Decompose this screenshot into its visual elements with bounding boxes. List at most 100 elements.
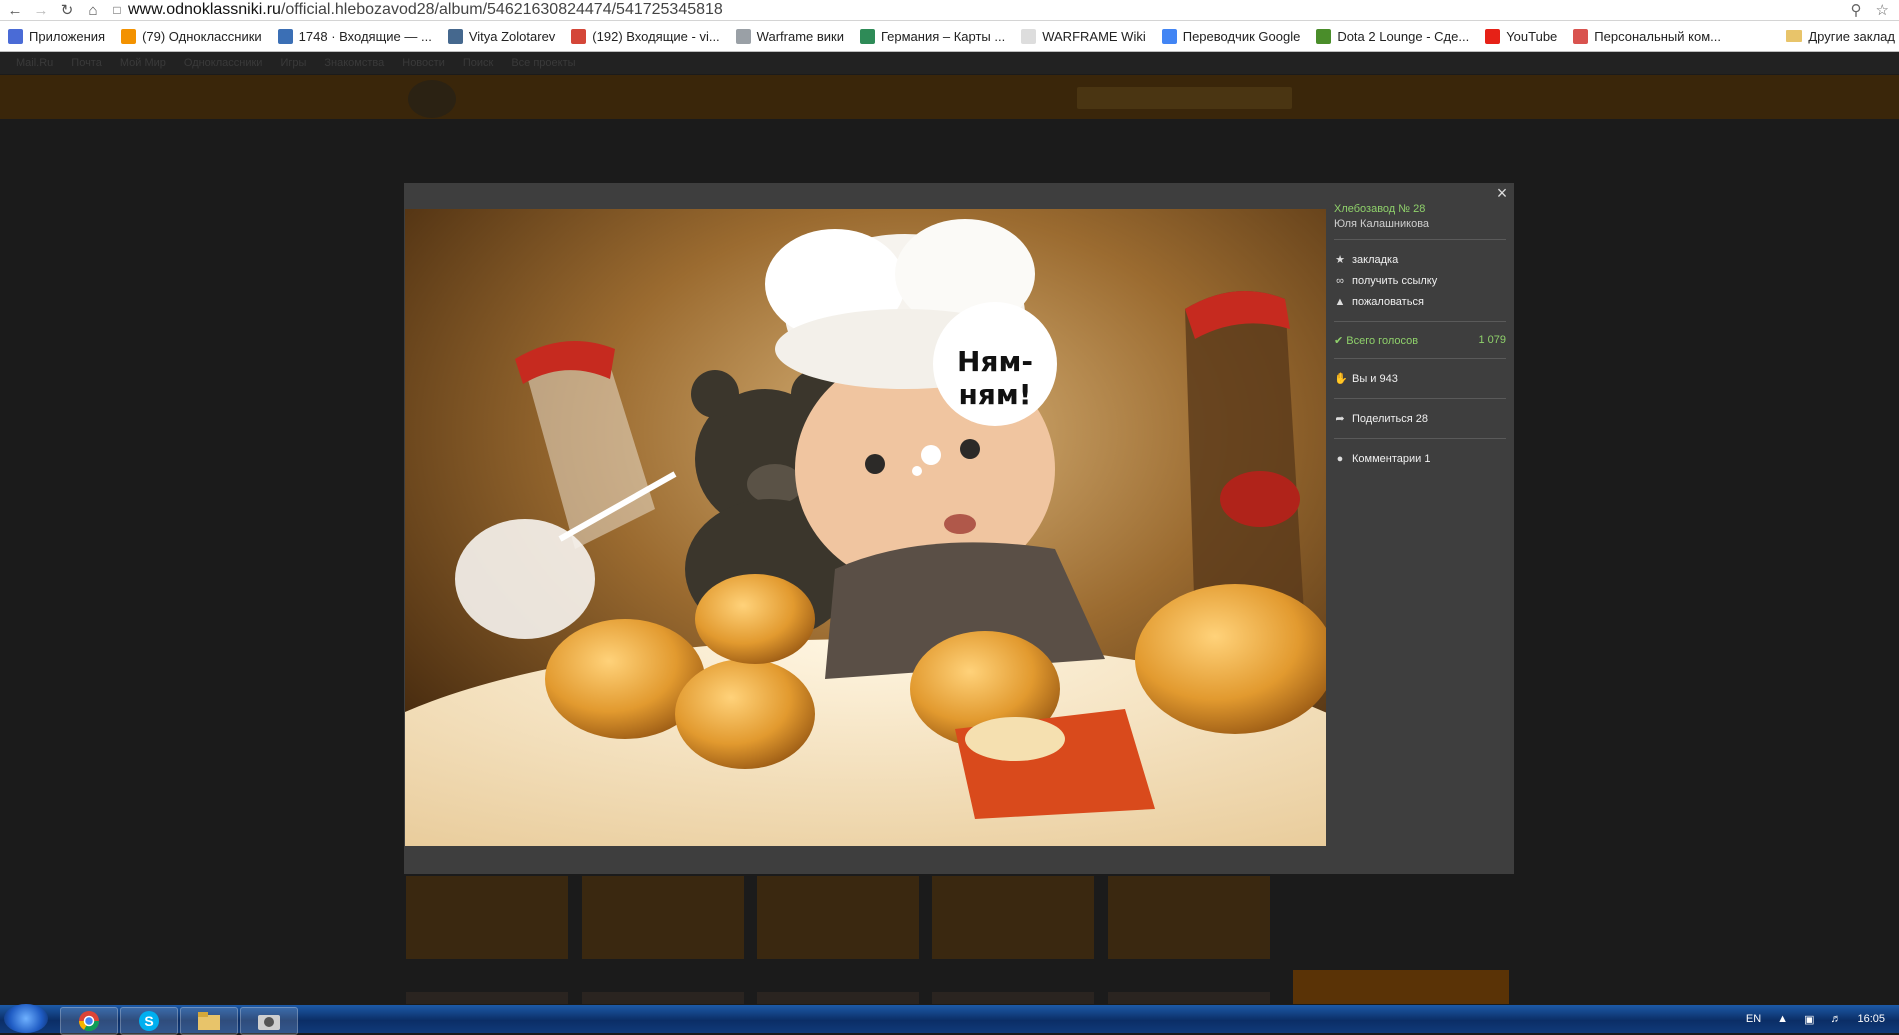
ok-nav-item[interactable]: Одноклассники: [184, 57, 263, 69]
divider: [1334, 398, 1506, 399]
camera-taskbar-icon[interactable]: [240, 1007, 298, 1035]
comments-button[interactable]: ● Комментарии 1: [1334, 448, 1506, 469]
share-button[interactable]: ➦ Поделиться 28: [1334, 408, 1506, 429]
star-icon: ★: [1335, 254, 1345, 266]
bookmark-item[interactable]: Германия – Карты ...: [852, 28, 1013, 44]
warning-icon: ▲: [1334, 295, 1346, 308]
votes-count: 1 079: [1478, 334, 1506, 346]
ok-top-nav: Mail.Ru Почта Мой Мир Одноклассники Игры Знак…: [0, 52, 1899, 74]
start-button-icon[interactable]: [4, 1004, 48, 1033]
tray-arrow-icon[interactable]: ▲: [1777, 1013, 1788, 1025]
photo-sidebar: Хлебозавод № 28 Юля Калашникова ★ заклад…: [1334, 203, 1506, 469]
ok-nav-item[interactable]: Игры: [280, 57, 306, 69]
ok-nav-item[interactable]: Почта: [71, 57, 102, 69]
language-indicator[interactable]: EN: [1746, 1013, 1761, 1025]
bookmark-item[interactable]: (79) Одноклассники: [113, 28, 270, 44]
bookmark-label: Германия – Карты ...: [880, 28, 1006, 44]
volume-icon[interactable]: ♬: [1830, 1013, 1841, 1025]
network-icon[interactable]: ▣: [1804, 1013, 1814, 1026]
album-thumb[interactable]: [582, 876, 744, 959]
bookmark-label: 1748 · Входящие — ...: [298, 28, 432, 44]
album-thumb[interactable]: [1108, 992, 1270, 1004]
wiki-icon: [735, 28, 751, 44]
skype-taskbar-icon[interactable]: S: [120, 1007, 178, 1035]
divider: [1334, 239, 1506, 240]
friends-online-panel[interactable]: [1293, 970, 1509, 1004]
forward-arrow-icon[interactable]: →: [28, 0, 54, 20]
album-thumb[interactable]: [757, 876, 919, 959]
url-path: /official.hlebozavod28/album/54621630824…: [280, 1, 723, 18]
album-photo[interactable]: Ням-ням!: [405, 209, 1326, 846]
author-link[interactable]: Юля Калашникова: [1334, 218, 1506, 230]
bookmark-label: Vitya Zolotarev: [468, 28, 556, 44]
bookmark-label: Dota 2 Lounge - Сде...: [1337, 28, 1470, 44]
divider: [1334, 438, 1506, 439]
album-thumb[interactable]: [1108, 876, 1270, 959]
bookmark-item[interactable]: (192) Входящие - vi...: [563, 28, 727, 44]
translate-icon: [1161, 28, 1177, 44]
gmail-icon: [571, 28, 587, 44]
back-arrow-icon[interactable]: ←: [2, 0, 28, 20]
group-link[interactable]: Хлебозавод № 28: [1334, 203, 1506, 215]
home-icon[interactable]: ⌂: [80, 0, 106, 20]
ok-nav-item[interactable]: Mail.Ru: [16, 57, 53, 69]
other-bookmarks-label: Другие заклад: [1808, 28, 1895, 44]
likes-label: Вы и 943: [1352, 372, 1398, 385]
ok-nav-item[interactable]: Поиск: [463, 57, 493, 69]
bookmark-item[interactable]: Dota 2 Lounge - Сде...: [1308, 28, 1477, 44]
reload-icon[interactable]: ↻: [54, 0, 80, 20]
bookmark-item[interactable]: Warframe вики: [728, 28, 852, 44]
album-thumb[interactable]: [406, 876, 568, 959]
bookmark-item[interactable]: Персональный ком...: [1565, 28, 1729, 44]
get-link-button[interactable]: ∞ получить ссылку: [1334, 270, 1506, 291]
votes-label: Всего голосов: [1346, 334, 1419, 347]
report-button[interactable]: ▲ пожаловаться: [1334, 291, 1506, 312]
bookmark-item[interactable]: 1748 · Входящие — ...: [270, 28, 440, 44]
bookmark-button[interactable]: ★ закладка: [1334, 249, 1506, 270]
chrome-taskbar-icon[interactable]: [60, 1007, 118, 1035]
share-arrow-icon: ➦: [1335, 413, 1345, 425]
bookmark-item[interactable]: Vitya Zolotarev: [440, 28, 563, 44]
bookmark-icon: [1573, 28, 1589, 44]
folder-icon: [1786, 30, 1803, 42]
other-bookmarks[interactable]: Другие заклад: [1786, 21, 1899, 51]
comments-label: Комментарии 1: [1352, 452, 1431, 465]
url-field[interactable]: www.odnoklassniki.ru/official.hlebozavod…: [128, 0, 723, 20]
ok-logo[interactable]: [408, 80, 456, 118]
bookmark-label: Переводчик Google: [1182, 28, 1301, 44]
ok-nav-item[interactable]: Мой Мир: [120, 57, 166, 69]
ok-nav-item[interactable]: Все проекты: [511, 57, 575, 69]
ok-icon: [121, 28, 137, 44]
get-link-label: получить ссылку: [1352, 274, 1438, 287]
album-thumb[interactable]: [757, 992, 919, 1004]
thumbs-up-icon: ✋: [1334, 373, 1348, 385]
bookmark-item[interactable]: Переводчик Google: [1154, 28, 1309, 44]
star-icon[interactable]: ☆: [1876, 1, 1889, 19]
votes-row[interactable]: ✔ Всего голосов 1 079: [1334, 331, 1506, 349]
album-thumb[interactable]: [582, 992, 744, 1004]
zoom-icon[interactable]: ⚲: [1851, 1, 1862, 19]
bookmark-item[interactable]: YouTube: [1477, 28, 1565, 44]
vk-icon: [447, 28, 463, 44]
divider: [1334, 321, 1506, 322]
explorer-taskbar-icon[interactable]: [180, 1007, 238, 1035]
album-thumb[interactable]: [932, 876, 1094, 959]
youtube-icon: [1485, 28, 1501, 44]
bookmark-label: (192) Входящие - vi...: [592, 28, 720, 44]
album-thumb[interactable]: [406, 992, 568, 1004]
system-tray: EN ▲ ▣ ♬ 16:05: [1746, 1005, 1885, 1033]
address-bar: ← → ↻ ⌂ □ www.odnoklassniki.ru/official.…: [0, 0, 1899, 21]
bookmark-item[interactable]: WARFRAME Wiki: [1013, 28, 1154, 44]
photo-illustration: [405, 209, 1326, 846]
like-button[interactable]: ✋ Вы и 943: [1334, 368, 1506, 389]
album-thumb[interactable]: [932, 992, 1094, 1004]
ok-nav-item[interactable]: Знакомства: [324, 57, 384, 69]
close-icon[interactable]: ×: [1494, 184, 1510, 202]
link-icon: ∞: [1336, 274, 1344, 287]
ok-nav-item[interactable]: Новости: [402, 57, 445, 69]
page-icon: [1021, 28, 1037, 44]
apps-grid-icon: [8, 28, 23, 44]
bookmark-item[interactable]: Приложения: [0, 28, 113, 44]
clock[interactable]: 16:05: [1857, 1013, 1885, 1025]
ok-search-input[interactable]: [1077, 87, 1292, 109]
